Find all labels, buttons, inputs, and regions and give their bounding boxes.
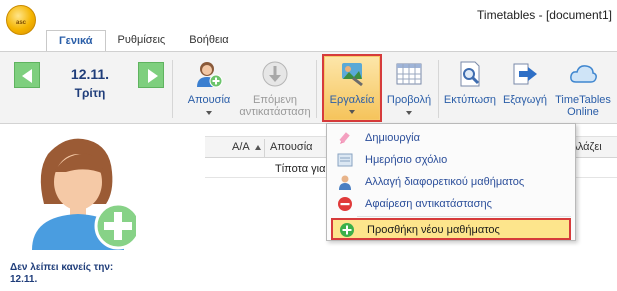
add-icon: [340, 223, 354, 237]
no-absence-caption: Δεν λείπει κανείς την: 12.11.: [10, 262, 170, 286]
tab-settings[interactable]: Ρυθμίσεις: [106, 30, 178, 52]
current-day: Τρίτη: [74, 86, 106, 100]
timetables-online-label-2: Online: [567, 106, 599, 118]
next-substitution-label-2: αντικατάσταση: [239, 106, 311, 118]
timetables-online-label-1: TimeTables: [555, 94, 611, 106]
view-label: Προβολή: [386, 94, 432, 106]
next-substitution-label-1: Επόμενη: [253, 94, 297, 106]
absence-button[interactable]: Απουσία: [180, 56, 238, 120]
previous-day-button[interactable]: [14, 62, 40, 88]
ribbon-separator: [172, 60, 173, 118]
chevron-down-icon: [349, 110, 355, 114]
no-absence-date: 12.11.: [10, 274, 38, 285]
chevron-down-icon: [206, 111, 212, 115]
menu-item-add-lesson-label: Προσθήκη νέου μαθήματος: [367, 224, 500, 236]
print-label: Εκτύπωση: [443, 94, 497, 106]
app-logo-text: asc: [15, 20, 26, 26]
menu-item-create-label: Δημιουργία: [365, 132, 420, 144]
create-icon: [339, 132, 350, 144]
menu-item-add-lesson[interactable]: Προσθήκη νέου μαθήματος: [331, 218, 571, 240]
arrow-left-icon: [22, 69, 32, 83]
current-date: 12.11.: [70, 66, 110, 82]
tab-general[interactable]: Γενικά: [46, 30, 106, 52]
print-button[interactable]: Εκτύπωση: [442, 56, 498, 120]
teacher-icon: [339, 175, 351, 190]
menu-item-remove-substitution-label: Αφαίρεση αντικατάστασης: [365, 198, 492, 210]
menu-item-daily-comment[interactable]: Ημερήσιο σχόλιο: [331, 150, 571, 170]
sort-asc-icon: [255, 145, 261, 150]
app-logo-icon[interactable]: asc: [6, 5, 36, 35]
next-day-button[interactable]: [138, 62, 164, 88]
comment-icon: [337, 153, 353, 167]
person-add-icon: [197, 62, 223, 88]
window-title: Timetables - [document1]: [477, 8, 612, 22]
person-avatar-icon: [32, 138, 136, 250]
tools-dropdown-menu: Δημιουργία Ημερήσιο σχόλιο Αλλαγή διαφορ…: [326, 123, 576, 241]
table-empty-message: Τίποτα για: [275, 163, 326, 175]
column-header-absence[interactable]: Απουσία: [270, 141, 313, 153]
tab-help[interactable]: Βοήθεια: [177, 30, 240, 52]
title-bar: asc Timetables - [document1]: [0, 0, 617, 35]
tools-label: Εργαλεία: [329, 94, 375, 106]
cloud-icon: [570, 65, 597, 83]
next-substitution-button[interactable]: Επόμενη αντικατάσταση: [238, 56, 312, 120]
menu-item-change-lesson[interactable]: Αλλαγή διαφορετικού μαθήματος: [331, 172, 571, 192]
menu-item-remove-substitution[interactable]: Αφαίρεση αντικατάστασης: [331, 194, 571, 214]
export-button[interactable]: Εξαγωγή: [498, 56, 552, 120]
ribbon: 12.11. Τρίτη Απουσία Επόμενη αντικατάστα…: [0, 52, 617, 124]
menu-separator: [357, 216, 571, 217]
ribbon-separator: [316, 60, 317, 118]
arrow-down-circle-icon: [262, 61, 288, 87]
absence-label: Απουσία: [187, 94, 231, 106]
column-header-number[interactable]: A/A: [232, 141, 250, 153]
remove-icon: [338, 197, 352, 211]
tools-icon: [342, 63, 363, 87]
menu-item-change-lesson-label: Αλλαγή διαφορετικού μαθήματος: [365, 176, 525, 188]
print-preview-icon: [460, 61, 480, 87]
timetables-online-button[interactable]: TimeTables Online: [552, 56, 614, 120]
no-absence-text: Δεν λείπει κανείς την:: [10, 262, 114, 273]
menu-item-daily-comment-label: Ημερήσιο σχόλιο: [365, 154, 448, 166]
export-icon: [513, 63, 537, 85]
view-button[interactable]: Προβολή: [384, 56, 434, 120]
tools-button[interactable]: Εργαλεία: [322, 54, 382, 122]
grid-view-icon: [396, 63, 422, 85]
chevron-down-icon: [406, 111, 412, 115]
menu-item-create[interactable]: Δημιουργία: [331, 128, 571, 148]
ribbon-tabs: Γενικά Ρυθμίσεις Βοήθεια: [46, 30, 241, 52]
ribbon-separator: [438, 60, 439, 118]
arrow-right-icon: [148, 69, 158, 83]
export-label: Εξαγωγή: [502, 94, 548, 106]
column-divider: [264, 139, 265, 157]
